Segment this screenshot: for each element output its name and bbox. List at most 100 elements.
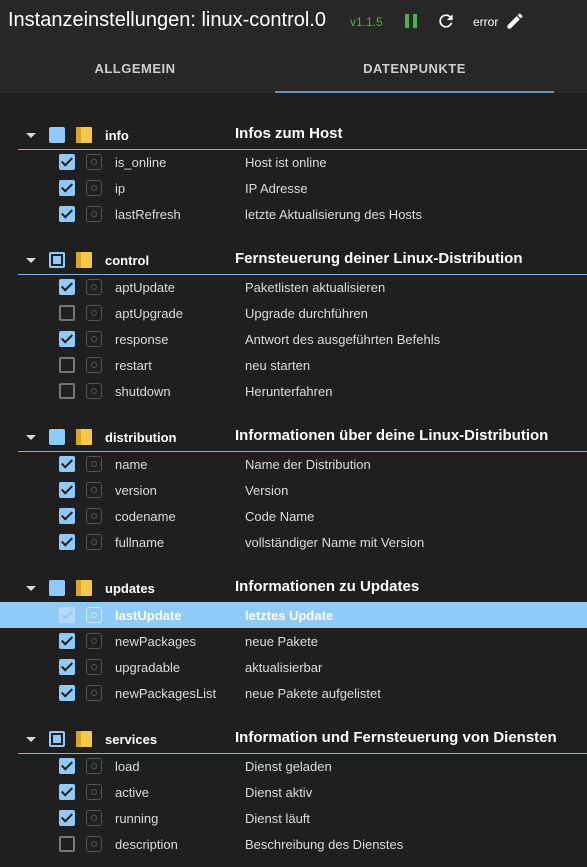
datapoint-row[interactable]: lastRefresh letzte Aktualisierung des Hos… — [0, 201, 587, 227]
state-icon — [86, 456, 102, 472]
datapoint-checkbox[interactable] — [59, 154, 75, 170]
datapoint-checkbox[interactable] — [59, 758, 75, 774]
datapoint-checkbox[interactable] — [59, 685, 75, 701]
datapoint-checkbox[interactable] — [59, 456, 75, 472]
datapoint-row[interactable]: response Antwort des ausgeführten Befehls — [0, 326, 587, 352]
state-icon — [86, 784, 102, 800]
datapoint-description: Dienst aktiv — [245, 785, 313, 800]
group-description: Infos zum Host — [235, 125, 343, 142]
datapoint-checkbox[interactable] — [59, 659, 75, 675]
state-icon — [86, 206, 102, 222]
group-distribution: distribution Informationen über deine Lin… — [0, 425, 587, 555]
datapoint-row[interactable]: load Dienst geladen — [0, 753, 587, 779]
state-icon — [86, 685, 102, 701]
datapoint-description: Paketlisten aktualisieren — [245, 280, 386, 295]
datapoint-description: Dienst geladen — [245, 759, 332, 774]
datapoint-description: letzte Aktualisierung des Hosts — [245, 207, 423, 222]
datapoint-checkbox[interactable] — [59, 607, 75, 623]
datapoint-checkbox[interactable] — [59, 784, 75, 800]
group-description: Informationen über deine Linux-Distribut… — [235, 427, 549, 444]
tab-datenpunkte[interactable]: DATENPUNKTE — [275, 45, 554, 93]
state-icon — [86, 154, 102, 170]
group-header: updates Informationen zu Updates — [0, 576, 587, 603]
tab-allgemein[interactable]: ALLGEMEIN — [0, 45, 270, 93]
datapoint-checkbox[interactable] — [59, 331, 75, 347]
datapoint-description: Version — [245, 483, 289, 498]
state-icon — [86, 279, 102, 295]
group-header: distribution Informationen über deine Lin… — [0, 425, 587, 452]
caret-down-icon[interactable] — [26, 133, 36, 138]
caret-down-icon[interactable] — [26, 435, 36, 440]
group-name: services — [105, 732, 158, 747]
datapoint-row[interactable]: codename Code Name — [0, 503, 587, 529]
state-icon — [86, 331, 102, 347]
state-icon — [86, 180, 102, 196]
datapoint-row[interactable]: fullname vollständiger Name mit Version — [0, 529, 587, 555]
datapoint-name: is_online — [115, 155, 167, 170]
datapoint-checkbox[interactable] — [59, 206, 75, 222]
datapoint-checkbox[interactable] — [59, 279, 75, 295]
pencil-icon[interactable] — [505, 11, 525, 31]
datapoint-row[interactable]: active Dienst aktiv — [0, 779, 587, 805]
header: Instanzeinstellungen: linux-control.0 v1… — [0, 0, 587, 45]
datapoint-checkbox[interactable] — [59, 508, 75, 524]
active-tab-indicator — [275, 91, 554, 93]
group-checkbox[interactable] — [49, 731, 65, 747]
datapoint-checkbox[interactable] — [59, 810, 75, 826]
datapoint-row[interactable]: aptUpgrade Upgrade durchführen — [0, 300, 587, 326]
caret-down-icon[interactable] — [26, 586, 36, 591]
datapoint-name: description — [115, 837, 178, 852]
reload-icon[interactable] — [436, 11, 456, 31]
datapoint-name: running — [115, 811, 159, 826]
datapoint-name: aptUpdate — [115, 280, 175, 295]
state-icon — [86, 659, 102, 675]
datapoint-checkbox[interactable] — [59, 534, 75, 550]
datapoint-name: shutdown — [115, 384, 171, 399]
version-label: v1.1.5 — [350, 15, 383, 29]
group-checkbox[interactable] — [49, 429, 65, 445]
group-checkbox[interactable] — [49, 580, 65, 596]
datapoint-checkbox[interactable] — [59, 305, 75, 321]
datapoint-checkbox[interactable] — [59, 633, 75, 649]
datapoint-row[interactable]: name Name der Distribution — [0, 451, 587, 477]
datapoint-row[interactable]: aptUpdate Paketlisten aktualisieren — [0, 274, 587, 300]
datapoint-description: vollständiger Name mit Version — [245, 535, 425, 550]
datapoint-name: version — [115, 483, 157, 498]
group-description: Informationen zu Updates — [235, 578, 420, 595]
datapoint-description: Code Name — [245, 509, 315, 524]
group-name: distribution — [105, 430, 177, 445]
folder-icon — [76, 731, 92, 747]
datapoint-row[interactable]: newPackagesList neue Pakete aufgelistet — [0, 680, 587, 706]
state-icon — [86, 758, 102, 774]
caret-down-icon[interactable] — [26, 737, 36, 742]
datapoint-row[interactable]: upgradable aktualisierbar — [0, 654, 587, 680]
datapoint-row[interactable]: description Beschreibung des Dienstes — [0, 831, 587, 857]
caret-down-icon[interactable] — [26, 258, 36, 263]
state-icon — [86, 607, 102, 623]
datapoint-checkbox[interactable] — [59, 836, 75, 852]
group-checkbox[interactable] — [49, 127, 65, 143]
datapoint-row[interactable]: lastUpdate letztes Update — [0, 602, 587, 628]
datapoint-checkbox[interactable] — [59, 180, 75, 196]
datapoint-row[interactable]: version Version — [0, 477, 587, 503]
group-checkbox[interactable] — [49, 252, 65, 268]
datapoint-row[interactable]: is_online Host ist online — [0, 149, 587, 175]
state-icon — [86, 810, 102, 826]
datapoint-description: Name der Distribution — [245, 457, 371, 472]
datapoint-row[interactable]: ip IP Adresse — [0, 175, 587, 201]
datapoint-row[interactable]: running Dienst läuft — [0, 805, 587, 831]
datapoint-row[interactable]: restart neu starten — [0, 352, 587, 378]
group-header: services Information und Fernsteuerung vo… — [0, 727, 587, 754]
datapoint-checkbox[interactable] — [59, 357, 75, 373]
group-name: info — [105, 128, 129, 143]
group-description: Information und Fernsteuerung von Dienst… — [235, 729, 557, 746]
datapoint-checkbox[interactable] — [59, 383, 75, 399]
pause-icon[interactable] — [405, 14, 417, 28]
datapoint-row[interactable]: newPackages neue Pakete — [0, 628, 587, 654]
datapoint-row[interactable]: shutdown Herunterfahren — [0, 378, 587, 404]
datapoint-checkbox[interactable] — [59, 482, 75, 498]
datapoint-name: load — [115, 759, 140, 774]
datapoint-name: newPackages — [115, 634, 196, 649]
group-header: control Fernsteuerung deiner Linux-Distri… — [0, 248, 587, 275]
datapoint-description: Dienst läuft — [245, 811, 311, 826]
